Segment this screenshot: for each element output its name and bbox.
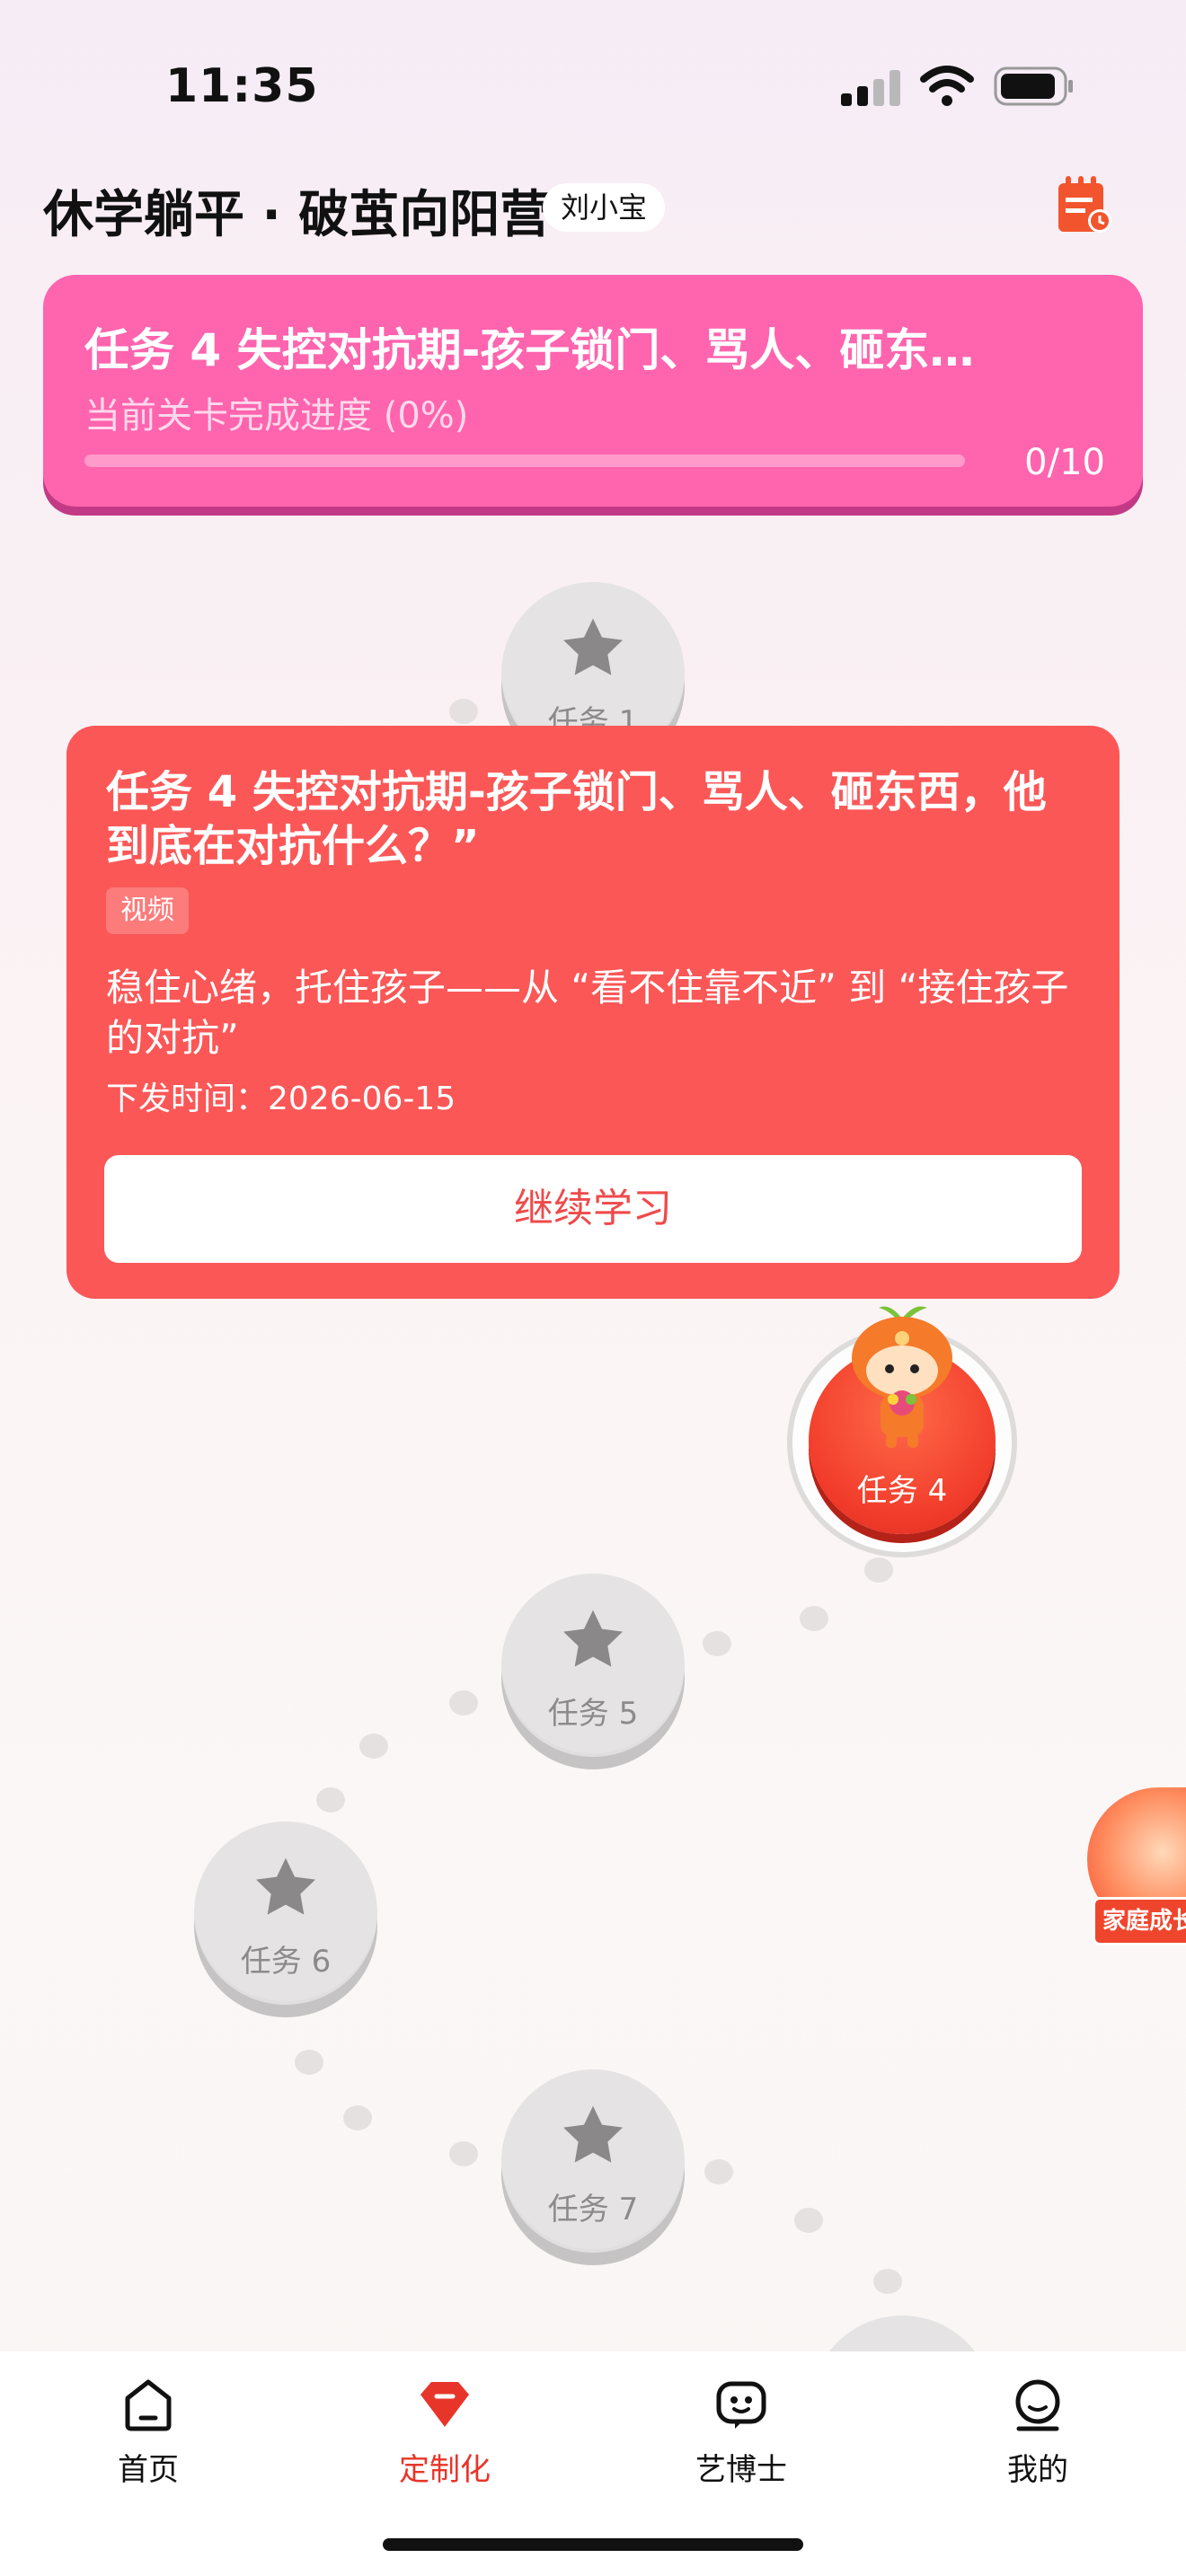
family-growth-widget[interactable]: 家庭成长 [1087,1787,1186,1958]
path-dot [873,2269,902,2294]
star-icon [256,1857,315,1915]
star-icon [563,2105,623,2163]
user-badge[interactable]: 刘小宝 [543,183,666,232]
tab-label: 定制化 [399,2452,491,2488]
growth-widget-label: 家庭成长 [1093,1897,1186,1945]
path-dot [343,2105,372,2130]
progress-banner[interactable]: 任务 4 失控对抗期-孩子锁门、骂人、砸东… 当前关卡完成进度 (0%) 0/1… [43,275,1143,507]
cellular-signal-icon [841,70,900,106]
task-label: 任务 6 [240,1944,332,1980]
task-node-7[interactable]: 任务 7 [501,2069,685,2253]
tab-home[interactable]: 首页 [0,2373,296,2489]
profile-icon [1015,2379,1060,2431]
mascot-icon [852,1306,952,1448]
banner-subtitle: 当前关卡完成进度 (0%) [84,395,469,437]
path-dot [316,1787,345,1813]
tab-customize[interactable]: 定制化 [296,2373,593,2489]
task-label: 任务 5 [547,1696,639,1732]
progress-track [84,454,965,467]
banner-title: 任务 4 失控对抗期-孩子锁门、骂人、砸东… [84,324,975,376]
path-dot [359,1734,388,1759]
task-node-6[interactable]: 任务 6 [194,1822,377,2005]
task-popup-card: 任务 4 失控对抗期-孩子锁门、骂人、砸东西，他到底在对抗什么？” 视频 稳住心… [66,726,1120,1299]
popup-date: 下发时间：2026-06-15 [106,1081,456,1117]
tab-label: 首页 [118,2452,179,2488]
page-title: 休学躺平 · 破茧向阳营 [43,186,551,244]
tab-label: 艺博士 [695,2452,787,2488]
star-icon [563,1610,623,1667]
calendar-icon[interactable] [1053,172,1116,235]
path-dot [449,699,478,724]
progress-count: 0/10 [1024,442,1105,483]
home-indicator [383,2538,803,2551]
path-dot [295,2050,323,2075]
home-icon [125,2379,172,2431]
star-icon [563,618,623,675]
task-label: 任务 7 [547,2192,639,2228]
video-tag: 视频 [106,887,189,934]
popup-description: 稳住心绪，托住孩子——从 “看不住靠不近” 到 “接住孩子的对抗” [106,966,1069,1060]
path-dot [449,1690,478,1716]
popup-title: 任务 4 失控对抗期-孩子锁门、骂人、砸东西，他到底在对抗什么？” [106,767,1047,871]
tab-label: 我的 [1007,2452,1068,2488]
battery-icon [994,66,1073,106]
tab-dr-art[interactable]: 艺博士 [593,2373,890,2489]
robot-icon [716,2381,766,2429]
task-node-5[interactable]: 任务 5 [501,1574,685,1757]
path-dot [794,2208,823,2233]
task-label: 任务 4 [856,1473,948,1509]
path-dot [800,1606,828,1631]
tab-profile[interactable]: 我的 [890,2373,1186,2489]
path-dot [449,2141,478,2166]
path-dot [704,2159,733,2184]
path-dot [864,1557,893,1583]
continue-learning-button[interactable]: 继续学习 [104,1155,1082,1263]
wifi-icon [920,66,974,106]
status-time: 11:35 [165,59,319,113]
path-dot [703,1631,731,1656]
diamond-icon [420,2382,469,2427]
